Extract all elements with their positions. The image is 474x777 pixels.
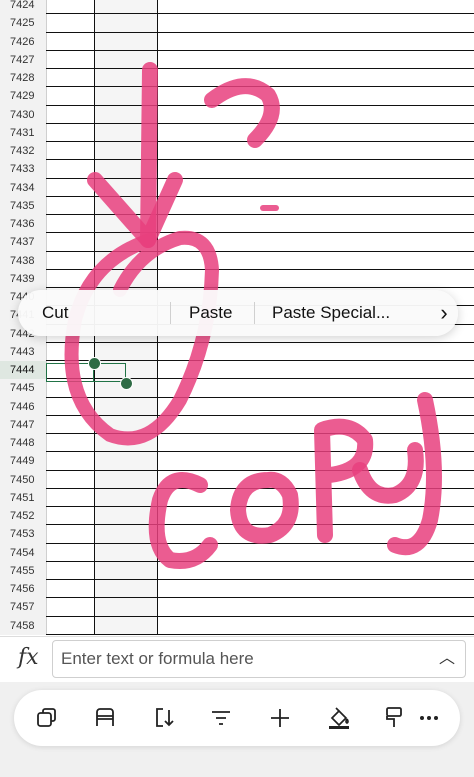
row-header[interactable]: 7425	[0, 14, 46, 32]
sort-icon[interactable]	[147, 702, 181, 734]
row-header[interactable]: 7444	[0, 361, 46, 380]
row-header[interactable]: 7449	[0, 452, 46, 470]
row-gridline	[46, 159, 474, 161]
formula-input[interactable]: Enter text or formula here ︿	[52, 640, 466, 678]
row-header[interactable]: 7443	[0, 343, 46, 361]
row-gridline	[46, 122, 474, 124]
row-gridline	[46, 433, 474, 434]
row-header[interactable]: 7453	[0, 525, 46, 543]
context-menu: Cut Paste Paste Special... ›	[18, 290, 458, 336]
more-icon[interactable]	[412, 702, 446, 734]
formula-bar: fx Enter text or formula here ︿	[0, 636, 474, 683]
row-gridline	[46, 487, 474, 489]
row-gridline	[46, 506, 474, 507]
row-gridline	[46, 341, 474, 343]
row-header[interactable]: 7452	[0, 507, 46, 525]
row-header[interactable]: 7438	[0, 252, 46, 270]
row-gridline	[46, 86, 474, 88]
row-gridline	[46, 250, 474, 252]
row-gridline	[46, 451, 474, 453]
row-header[interactable]: 7451	[0, 489, 46, 507]
row-gridline	[46, 597, 474, 599]
menu-separator	[254, 302, 255, 324]
row-header[interactable]: 7448	[0, 434, 46, 452]
selection-handle-end[interactable]	[120, 377, 133, 390]
row-gridline	[46, 414, 474, 416]
row-gridline	[46, 195, 474, 197]
row-header[interactable]: 7431	[0, 124, 46, 142]
row-header[interactable]: 7435	[0, 197, 46, 215]
row-header[interactable]: 7456	[0, 580, 46, 598]
selection-handle-start[interactable]	[88, 357, 101, 370]
row-header[interactable]: 7446	[0, 398, 46, 416]
row-header[interactable]: 7430	[0, 106, 46, 124]
row-gridline	[46, 49, 474, 51]
cut-menu-item[interactable]: Cut	[42, 290, 68, 336]
row-header[interactable]: 7450	[0, 471, 46, 489]
bottom-toolbar	[14, 690, 460, 746]
row-header[interactable]: 7429	[0, 87, 46, 105]
chevron-right-icon[interactable]: ›	[430, 290, 458, 336]
row-header[interactable]: 7455	[0, 562, 46, 580]
row-gridline	[46, 579, 474, 580]
menu-separator	[170, 302, 171, 324]
row-header[interactable]: 7447	[0, 416, 46, 434]
row-gridline	[46, 268, 474, 270]
row-gridline	[46, 360, 474, 361]
row-header[interactable]: 7434	[0, 179, 46, 197]
row-header[interactable]: 7437	[0, 233, 46, 251]
row-gridline	[46, 232, 474, 234]
row-gridline	[46, 13, 474, 15]
row-header[interactable]: 7427	[0, 51, 46, 69]
format-painter-icon[interactable]	[377, 702, 411, 734]
row-gridline	[46, 524, 474, 526]
paste-menu-item[interactable]: Paste	[189, 290, 232, 336]
freeze-icon[interactable]	[88, 702, 122, 734]
row-header[interactable]: 7454	[0, 544, 46, 562]
fx-icon[interactable]: fx	[18, 645, 39, 670]
chevron-up-icon[interactable]: ︿	[439, 641, 455, 677]
row-header[interactable]: 7436	[0, 215, 46, 233]
filter-icon[interactable]	[204, 702, 238, 734]
row-gridline	[46, 68, 474, 69]
row-header[interactable]: 7426	[0, 33, 46, 51]
fill-color-icon[interactable]	[322, 702, 356, 734]
formula-placeholder: Enter text or formula here	[61, 649, 254, 668]
row-gridline	[46, 177, 474, 179]
row-gridline	[46, 633, 474, 635]
bottom-toolbar-area	[0, 682, 474, 777]
row-gridline	[46, 31, 474, 33]
row-gridline	[46, 104, 474, 106]
row-gridline	[46, 469, 474, 471]
row-gridline	[46, 287, 474, 288]
row-gridline	[46, 615, 474, 617]
paste-special-menu-item[interactable]: Paste Special...	[272, 290, 390, 336]
copy-icon[interactable]	[30, 702, 64, 734]
add-icon[interactable]	[263, 702, 297, 734]
row-gridline	[46, 141, 474, 142]
row-gridline	[46, 214, 474, 215]
row-header[interactable]: 7458	[0, 617, 46, 635]
row-gridline	[46, 560, 474, 562]
row-header[interactable]: 7457	[0, 598, 46, 616]
row-header[interactable]: 7445	[0, 379, 46, 397]
spreadsheet-grid[interactable]: 7424 7425 7426 7427 7428 7429 7430 7431 7432 7433…	[0, 0, 474, 635]
row-gridline	[46, 542, 474, 544]
row-header[interactable]: 7428	[0, 69, 46, 87]
row-header[interactable]: 7424	[0, 0, 46, 14]
row-header[interactable]: 7432	[0, 142, 46, 160]
selected-cell[interactable]	[46, 363, 94, 382]
row-header[interactable]: 7433	[0, 160, 46, 178]
row-header[interactable]: 7439	[0, 270, 46, 288]
row-gridline	[46, 396, 474, 398]
